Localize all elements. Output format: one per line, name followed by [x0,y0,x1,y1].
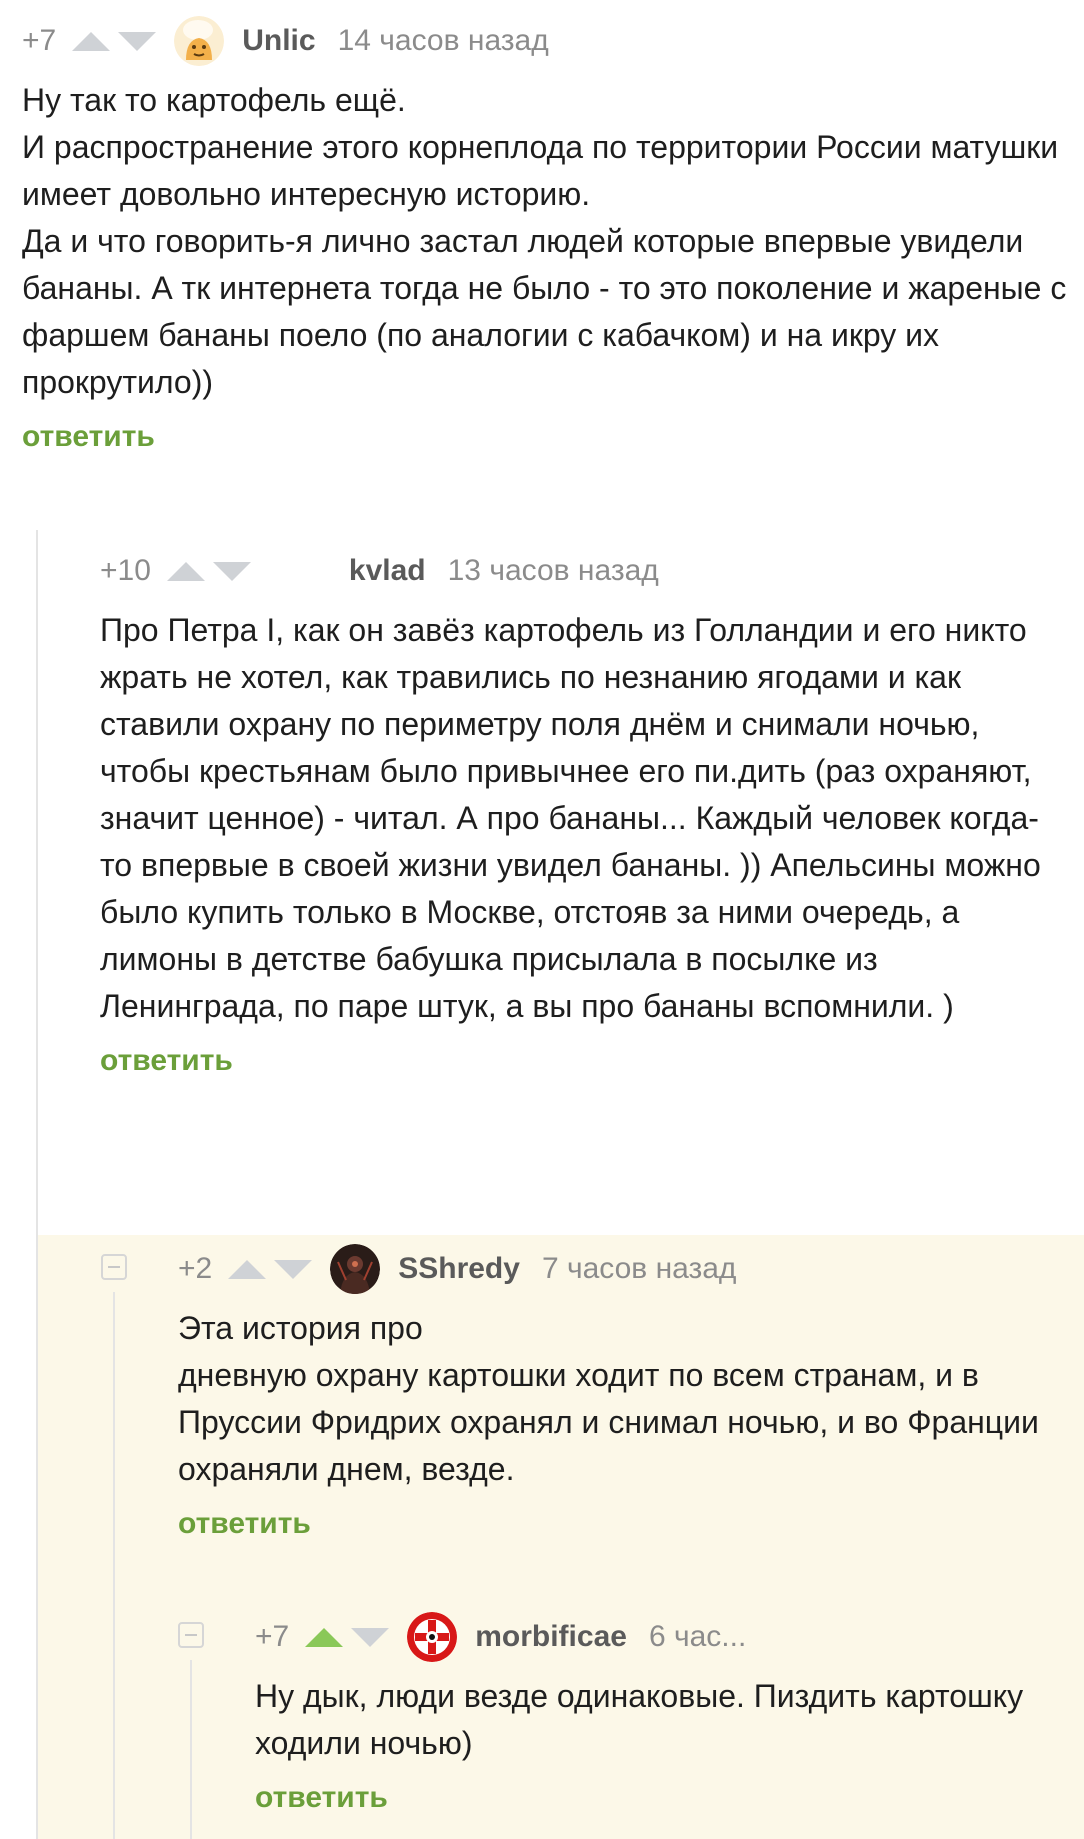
comment-sshredy: +2 SShredy 7 часов назад Эта история про… [178,1243,1066,1541]
dark-figure-avatar-icon[interactable] [330,1244,381,1294]
downvote-arrow-icon[interactable] [274,1259,313,1279]
comment-body: Эта история про дневную охрану картошки … [178,1305,1066,1493]
comment-header: +7 Unlic 14 часов назад [22,15,1067,67]
comment-time[interactable]: 6 час... [649,1620,746,1654]
comment-body: Ну дык, люди везде одинаковые. Пиздить к… [255,1673,1066,1767]
comment-author[interactable]: kvlad [349,554,426,588]
downvote-arrow-icon[interactable] [212,561,251,581]
thread-line-level-2 [113,1292,115,1839]
comment-author[interactable]: Unlic [242,24,315,58]
comment-author[interactable]: morbificae [475,1620,627,1654]
comment-rating: +7 [22,24,57,57]
comment-header: +2 SShredy 7 часов назад [178,1243,1066,1295]
reply-link[interactable]: ответить [22,420,155,454]
thread-line-level-1 [36,530,38,1839]
comment-time[interactable]: 7 часов назад [542,1252,737,1286]
comment-unlic: +7 Unlic 14 часов назад Ну так то картоф… [22,15,1067,454]
red-cross-emblem-avatar-icon[interactable] [407,1612,458,1662]
comment-body: Ну так то картофель ещё. И распространен… [22,77,1067,406]
upvote-arrow-icon[interactable] [228,1259,267,1279]
upvote-arrow-icon[interactable] [72,31,111,51]
cartoon-avatar-icon[interactable] [174,16,225,66]
reply-link[interactable]: ответить [100,1044,233,1078]
comment-text-line: Ну дык, люди везде одинаковые. Пиздить к… [255,1678,1024,1761]
comment-header: +10 kvlad 13 часов назад [100,545,1066,597]
comment-text-line: дневную охрану картошки ходит по всем ст… [178,1357,1039,1487]
comment-text-line: Эта история про [178,1310,423,1346]
collapse-thread-button[interactable] [178,1622,204,1648]
downvote-arrow-icon[interactable] [351,1627,390,1647]
comment-morbificae: +7 morbificae 6 час... Ну дык, люди везд… [255,1611,1066,1815]
upvote-arrow-icon[interactable] [305,1627,344,1647]
reply-link[interactable]: ответить [255,1781,388,1815]
comment-text-line: Да и что говорить-я лично застал людей к… [22,223,1067,400]
comment-time[interactable]: 14 часов назад [338,24,549,58]
comment-time[interactable]: 13 часов назад [448,554,659,588]
comment-author[interactable]: SShredy [398,1252,520,1286]
reply-link[interactable]: ответить [178,1507,311,1541]
comment-kvlad: +10 kvlad 13 часов назад Про Петра I, ка… [100,545,1066,1078]
comment-text-line: Ну так то картофель ещё. [22,82,406,118]
comment-text-line: И распространение этого корнеплода по те… [22,129,1059,212]
comment-header: +7 morbificae 6 час... [255,1611,1066,1663]
comment-rating: +7 [255,1620,290,1653]
collapse-thread-button[interactable] [101,1254,127,1280]
comment-body: Про Петра I, как он завёз картофель из Г… [100,607,1066,1030]
comment-rating: +10 [100,554,151,587]
downvote-arrow-icon[interactable] [118,31,157,51]
comment-rating: +2 [178,1252,213,1285]
upvote-arrow-icon[interactable] [166,561,205,581]
comment-text-line: Про Петра I, как он завёз картофель из Г… [100,612,1041,1024]
thread-line-level-3 [190,1660,192,1839]
